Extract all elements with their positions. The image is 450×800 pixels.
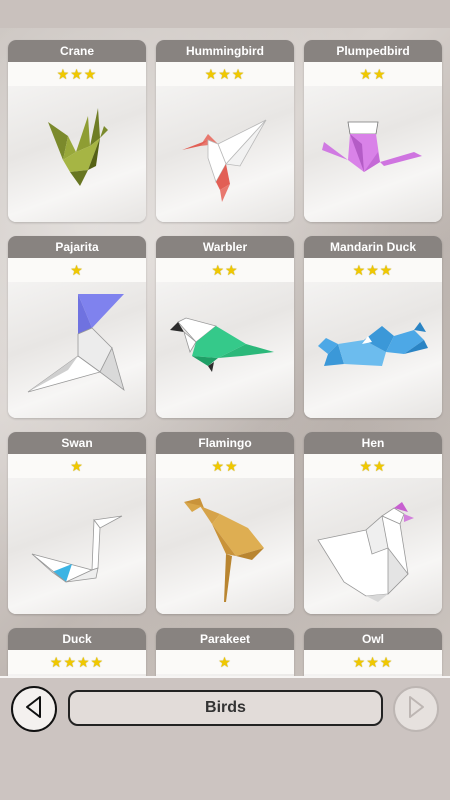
- card-title: Hummingbird: [156, 40, 294, 62]
- difficulty-stars: ★★★: [304, 650, 442, 674]
- category-name-pill[interactable]: Birds: [68, 690, 383, 726]
- status-bar: [0, 0, 450, 28]
- card-title: Mandarin Duck: [304, 236, 442, 258]
- triangle-right-icon: [405, 695, 427, 724]
- model-card-duck[interactable]: Duck ★★★★: [8, 628, 146, 676]
- model-grid-scroll-area[interactable]: Crane ★★★ Hummingbird ★★★ Plumpedbird ★★…: [0, 28, 450, 676]
- card-title: Parakeet: [156, 628, 294, 650]
- difficulty-stars: ★★★★: [8, 650, 146, 674]
- difficulty-stars: ★★★: [304, 258, 442, 282]
- model-card-hummingbird[interactable]: Hummingbird ★★★: [156, 40, 294, 222]
- model-card-warbler[interactable]: Warbler ★★: [156, 236, 294, 418]
- hummingbird-origami-image: [156, 86, 294, 222]
- difficulty-stars: ★: [156, 650, 294, 674]
- model-grid: Crane ★★★ Hummingbird ★★★ Plumpedbird ★★…: [8, 40, 442, 676]
- card-title: Duck: [8, 628, 146, 650]
- difficulty-stars: ★: [8, 454, 146, 478]
- difficulty-stars: ★★: [304, 454, 442, 478]
- card-title: Warbler: [156, 236, 294, 258]
- pajarita-origami-image: [8, 282, 146, 418]
- model-card-pajarita[interactable]: Pajarita ★: [8, 236, 146, 418]
- card-title: Owl: [304, 628, 442, 650]
- swan-origami-image: [8, 478, 146, 614]
- previous-category-button[interactable]: [11, 686, 57, 732]
- card-title: Hen: [304, 432, 442, 454]
- card-title: Plumpedbird: [304, 40, 442, 62]
- hen-origami-image: [304, 478, 442, 614]
- difficulty-stars: ★★: [304, 62, 442, 86]
- card-title: Crane: [8, 40, 146, 62]
- difficulty-stars: ★: [8, 258, 146, 282]
- model-card-hen[interactable]: Hen ★★: [304, 432, 442, 614]
- difficulty-stars: ★★★: [8, 62, 146, 86]
- mandarin-duck-origami-image: [304, 282, 442, 418]
- triangle-left-icon: [23, 695, 45, 724]
- model-card-parakeet[interactable]: Parakeet ★: [156, 628, 294, 676]
- plumpedbird-origami-image: [304, 86, 442, 222]
- next-category-button[interactable]: [393, 686, 439, 732]
- warbler-origami-image: [156, 282, 294, 418]
- model-card-owl[interactable]: Owl ★★★: [304, 628, 442, 676]
- card-title: Flamingo: [156, 432, 294, 454]
- card-title: Pajarita: [8, 236, 146, 258]
- difficulty-stars: ★★★: [156, 62, 294, 86]
- crane-origami-image: [8, 86, 146, 222]
- model-card-mandarin-duck[interactable]: Mandarin Duck ★★★: [304, 236, 442, 418]
- model-card-swan[interactable]: Swan ★: [8, 432, 146, 614]
- model-card-flamingo[interactable]: Flamingo ★★: [156, 432, 294, 614]
- difficulty-stars: ★★: [156, 258, 294, 282]
- model-card-crane[interactable]: Crane ★★★: [8, 40, 146, 222]
- difficulty-stars: ★★: [156, 454, 294, 478]
- flamingo-origami-image: [156, 478, 294, 614]
- card-title: Swan: [8, 432, 146, 454]
- model-card-plumpedbird[interactable]: Plumpedbird ★★: [304, 40, 442, 222]
